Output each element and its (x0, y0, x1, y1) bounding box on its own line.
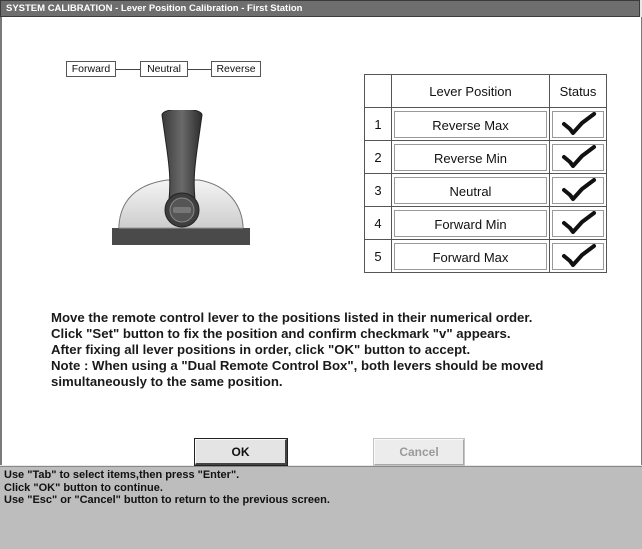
help-line: Use "Esc" or "Cancel" button to return t… (4, 494, 330, 506)
diagram-connector (116, 69, 140, 70)
position-cell: Forward Max (394, 242, 547, 270)
position-cell: Neutral (394, 176, 547, 204)
row-number: 2 (364, 140, 392, 174)
checkmark-icon (552, 176, 604, 204)
window-title: SYSTEM CALIBRATION - Lever Position Cali… (0, 0, 640, 17)
table-row: 3 Neutral (364, 173, 607, 207)
checkmark-icon (552, 110, 604, 138)
instruction-line: After fixing all lever positions in orde… (51, 342, 471, 357)
position-cell: Reverse Min (394, 143, 547, 171)
position-cell: Forward Min (394, 209, 547, 237)
instruction-line: Move the remote control lever to the pos… (51, 310, 533, 325)
row-number: 4 (364, 206, 392, 240)
instruction-line: Note : When using a "Dual Remote Control… (51, 358, 544, 373)
checkmark-icon (552, 242, 604, 270)
checkmark-icon (552, 143, 604, 171)
instruction-line: Click "Set" button to fix the position a… (51, 326, 511, 341)
table-header-row: Lever Position Status (364, 74, 607, 108)
table-header-status: Status (549, 74, 607, 108)
checkmark-icon (552, 209, 604, 237)
forward-label: Forward (66, 61, 116, 77)
row-number: 1 (364, 107, 392, 141)
control-lever-illustration (112, 110, 250, 245)
reverse-label: Reverse (211, 61, 261, 77)
instructions-text: Move the remote control lever to the pos… (51, 310, 636, 390)
calibration-panel: Forward Neutral Reverse Lever Position S… (0, 17, 642, 465)
neutral-label: Neutral (140, 61, 188, 77)
table-header-position: Lever Position (391, 74, 550, 108)
help-bar: Use "Tab" to select items,then press "En… (0, 466, 642, 549)
table-row: 5 Forward Max (364, 239, 607, 273)
table-header-number (364, 74, 392, 108)
row-number: 3 (364, 173, 392, 207)
lever-position-table: Lever Position Status 1 Reverse Max 2 Re… (364, 74, 607, 273)
help-line: Use "Tab" to select items,then press "En… (4, 469, 240, 481)
table-row: 4 Forward Min (364, 206, 607, 240)
help-line: Click "OK" button to continue. (4, 481, 163, 494)
diagram-connector (188, 69, 211, 70)
cancel-button[interactable]: Cancel (373, 438, 465, 466)
table-row: 2 Reverse Min (364, 140, 607, 174)
ok-button[interactable]: OK (194, 438, 288, 466)
instruction-line: simultaneously to the same position. (51, 374, 283, 389)
row-number: 5 (364, 239, 392, 273)
position-cell: Reverse Max (394, 110, 547, 138)
table-row: 1 Reverse Max (364, 107, 607, 141)
